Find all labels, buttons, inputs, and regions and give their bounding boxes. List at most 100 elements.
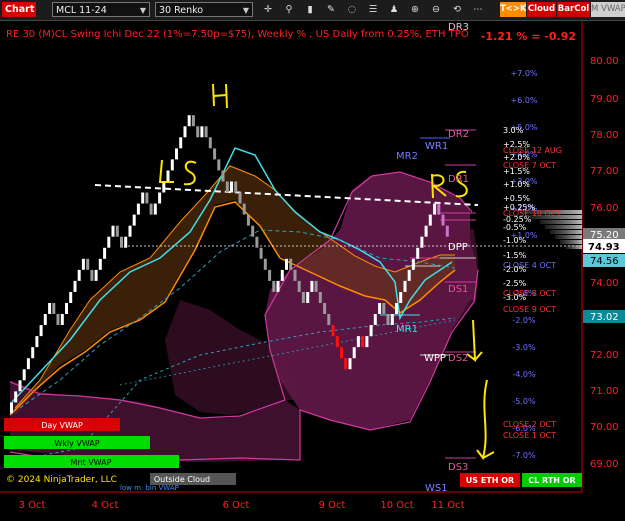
renko-brick-up — [428, 214, 432, 226]
renko-brick-up — [411, 258, 415, 270]
price-tick: 74.00 — [590, 278, 619, 289]
renko-brick-up — [43, 314, 47, 325]
daily-pct-label: 3.0% — [503, 126, 524, 135]
chart-tab[interactable]: Chart — [2, 2, 36, 17]
renko-brick-down — [246, 214, 250, 226]
chart-title: RE 30 (M)CL Swing Ichi Dec 22 (1%=7.50p=… — [6, 29, 469, 40]
renko-brick-up — [65, 303, 68, 314]
renko-brick-up — [187, 115, 191, 127]
renko-brick-up — [373, 314, 377, 325]
drawing-tools-icon[interactable]: ✎ — [323, 2, 339, 17]
zoom-out-icon[interactable]: ⊖ — [428, 2, 444, 17]
magnifier-icon[interactable]: ⚲ — [281, 2, 297, 17]
renko-brick-down — [86, 258, 90, 270]
badge-cyan-text: 74.56 — [590, 256, 619, 267]
hide-drawings-icon[interactable]: ◌ — [344, 2, 360, 17]
renko-brick-down — [318, 292, 322, 303]
dr1-label: DR1 — [448, 174, 469, 185]
replay-icon[interactable]: ⟲ — [449, 2, 465, 17]
renko-brick-up — [356, 336, 360, 348]
renko-brick-up — [399, 292, 403, 303]
tk-button[interactable]: T<>K — [500, 2, 526, 17]
cloud-button[interactable]: Cloud — [527, 2, 556, 17]
weekly-pct-label: +7.0% — [510, 69, 537, 78]
more-icon[interactable]: ⋯ — [470, 2, 486, 17]
renko-brick-down — [234, 181, 238, 193]
bar-type-value: 30 Renko — [159, 5, 204, 16]
renko-brick-down — [331, 325, 335, 337]
outside-cloud-label: Outside Cloud — [154, 475, 210, 484]
renko-brick-up — [158, 192, 162, 204]
renko-brick-down — [361, 336, 365, 348]
renko-brick-up — [420, 236, 424, 248]
renko-brick-up — [18, 380, 22, 392]
renko-brick-up — [103, 247, 107, 259]
renko-brick-down — [238, 192, 242, 204]
bottom-buttons[interactable]: US ETH OR CL RTH OR — [460, 473, 582, 487]
renko-brick-down — [120, 236, 123, 248]
chevron-down-icon: ▼ — [242, 6, 249, 15]
renko-brick-up — [81, 258, 85, 270]
renko-brick-up — [35, 336, 39, 348]
close-label: CLOSE 4 OCT — [503, 261, 556, 270]
renko-brick-down — [217, 159, 221, 171]
properties-icon[interactable]: ☰ — [365, 2, 381, 17]
crosshair-icon[interactable]: ✛ — [260, 2, 276, 17]
renko-brick-up — [348, 358, 352, 370]
close-label: CLOSE 2 OCT — [503, 420, 556, 429]
renko-brick-down — [56, 314, 60, 325]
barcol-button[interactable]: BarCol — [557, 2, 590, 17]
renko-brick-up — [162, 181, 166, 193]
renko-brick-up — [10, 402, 13, 414]
renko-brick-up — [285, 258, 288, 270]
time-label: 4 Oct — [92, 500, 119, 511]
renko-brick-down — [52, 303, 56, 314]
strategy-icon[interactable]: ♟ — [386, 2, 402, 17]
instrument-selector[interactable]: MCL 11-24 ▼ — [52, 2, 150, 17]
renko-brick-down — [382, 303, 386, 314]
renko-brick-up — [48, 303, 52, 314]
vwap-button[interactable]: M VWAP — [591, 2, 625, 17]
instrument-value: MCL 11-24 — [56, 5, 107, 16]
price-tick: 78.00 — [590, 130, 619, 141]
renko-brick-down — [255, 236, 259, 248]
renko-brick-down — [323, 303, 327, 314]
price-tick: 70.00 — [590, 422, 619, 433]
renko-brick-up — [403, 280, 407, 292]
renko-brick-down — [225, 181, 229, 193]
renko-brick-up — [39, 325, 43, 337]
time-label: 9 Oct — [319, 500, 346, 511]
renko-brick-down — [441, 214, 445, 226]
renko-brick-up — [378, 303, 382, 314]
renko-brick-down — [149, 203, 153, 215]
renko-brick-down — [263, 258, 267, 270]
low-vwap-hint: low m. bin VWAP — [120, 484, 179, 492]
dr3-label: DR3 — [448, 22, 469, 33]
renko-brick-up — [153, 203, 157, 215]
renko-brick-down — [259, 247, 263, 259]
renko-brick-up — [31, 347, 35, 359]
renko-brick-up — [183, 126, 187, 138]
chart-panel[interactable]: RE 30 (M)CL Swing Ichi Dec 22 (1%=7.50p=… — [0, 21, 625, 517]
chart-canvas[interactable]: RE 30 (M)CL Swing Ichi Dec 22 (1%=7.50p=… — [0, 21, 625, 517]
renko-brick-down — [335, 336, 339, 348]
renko-brick-down — [301, 292, 305, 303]
badge-teal-text: 73.02 — [590, 312, 619, 323]
renko-brick-up — [365, 336, 369, 348]
zoom-in-icon[interactable]: ⊕ — [407, 2, 423, 17]
bar-type-selector[interactable]: 30 Renko ▼ — [155, 2, 253, 17]
price-badges: 75.20 74.93 74.56 73.02 — [583, 228, 625, 323]
renko-brick-up — [26, 358, 30, 370]
renko-brick-up — [124, 236, 128, 248]
weekly-pct-label: -3.0% — [512, 343, 536, 352]
renko-brick-down — [297, 280, 301, 292]
renko-brick-down — [242, 203, 246, 215]
renko-brick-up — [14, 391, 18, 403]
chart-toolbar: Chart MCL 11-24 ▼ 30 Renko ▼ ✛ ⚲ ▮ ✎ ◌ ☰ ♟… — [0, 0, 625, 21]
day-vwap-label: Day VWAP — [41, 421, 83, 430]
bar-style-icon[interactable]: ▮ — [302, 2, 318, 17]
renko-brick-down — [340, 347, 343, 359]
close-label: CLOSE 1 OCT — [503, 431, 556, 440]
renko-brick-down — [251, 225, 255, 237]
renko-brick-up — [352, 347, 356, 359]
